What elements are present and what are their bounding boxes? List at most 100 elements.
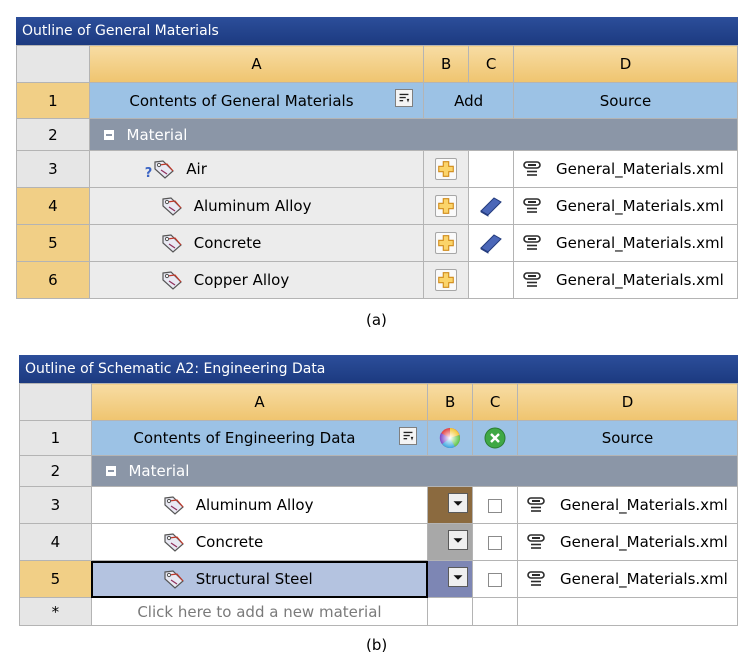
- source-cell: General_Materials.xml: [513, 261, 738, 299]
- row-number[interactable]: 4: [19, 523, 92, 561]
- source-file: General_Materials.xml: [556, 271, 724, 289]
- empty-cell: [472, 597, 519, 626]
- link-icon: [526, 533, 546, 551]
- source-cell: General_Materials.xml: [517, 560, 738, 598]
- source-file: General_Materials.xml: [556, 160, 724, 178]
- column-header-d[interactable]: D: [513, 45, 738, 83]
- add-header-cell: Add: [423, 82, 515, 119]
- source-cell: General_Materials.xml: [517, 523, 738, 561]
- dropdown-arrow-icon[interactable]: [448, 530, 469, 550]
- color-wheel-icon[interactable]: [438, 426, 462, 450]
- add-cell[interactable]: [423, 150, 470, 188]
- dropdown-arrow-icon[interactable]: [448, 493, 469, 513]
- material-name: Structural Steel: [195, 570, 313, 588]
- link-icon: [526, 496, 546, 514]
- add-cell[interactable]: [423, 187, 470, 225]
- column-header-c[interactable]: C: [472, 383, 519, 421]
- grid-corner[interactable]: [19, 383, 92, 421]
- material-name-cell[interactable]: Aluminum Alloy: [88, 187, 425, 225]
- add-plus-icon[interactable]: [435, 158, 458, 180]
- row-number[interactable]: 2: [19, 455, 92, 487]
- collapse-icon[interactable]: [103, 129, 114, 140]
- suppress-cell[interactable]: [472, 486, 519, 524]
- suppress-header-cell[interactable]: [472, 420, 519, 456]
- dropdown-arrow-icon[interactable]: [448, 567, 469, 587]
- add-plus-icon[interactable]: [435, 195, 458, 217]
- row-number[interactable]: 3: [16, 150, 90, 188]
- suppress-cell[interactable]: [472, 560, 519, 598]
- add-plus-icon[interactable]: [435, 232, 458, 254]
- material-group-row[interactable]: Material: [88, 118, 739, 151]
- color-cell[interactable]: [427, 523, 474, 561]
- material-name-cell-selected[interactable]: Structural Steel: [90, 560, 429, 598]
- outline-general-materials-panel: Outline of General Materials A B C D 1 C…: [16, 17, 739, 299]
- question-mark-icon: ?: [144, 165, 153, 181]
- row-number[interactable]: 5: [19, 560, 92, 598]
- row-number[interactable]: 4: [16, 187, 90, 225]
- engineering-data-grid: A B C D 1 Contents of Engineering Data S…: [19, 383, 739, 626]
- source-cell: General_Materials.xml: [513, 187, 738, 225]
- collapse-icon[interactable]: [105, 466, 116, 476]
- material-name-cell[interactable]: Aluminum Alloy: [90, 486, 429, 524]
- material-name-cell[interactable]: ? Air: [88, 150, 425, 188]
- suppress-x-icon[interactable]: [484, 427, 506, 449]
- link-icon: [522, 234, 542, 252]
- caption-b: (b): [366, 636, 388, 654]
- library-book-icon: [478, 232, 504, 254]
- source-cell: General_Materials.xml: [517, 486, 738, 524]
- material-tag-icon: [162, 569, 186, 589]
- group-label: Material: [126, 125, 188, 144]
- color-cell[interactable]: [427, 486, 474, 524]
- library-cell: [468, 187, 515, 225]
- grid-corner[interactable]: [16, 45, 90, 83]
- row-number[interactable]: 5: [16, 224, 90, 262]
- checkbox-icon[interactable]: [488, 535, 503, 550]
- caption-a: (a): [366, 311, 387, 329]
- material-tag-icon: [160, 196, 184, 216]
- library-cell: [468, 224, 515, 262]
- add-cell[interactable]: [423, 261, 470, 299]
- color-cell[interactable]: [427, 560, 474, 598]
- row-number[interactable]: 6: [16, 261, 90, 299]
- source-file: General_Materials.xml: [560, 496, 728, 514]
- add-plus-icon[interactable]: [435, 269, 458, 291]
- contents-header-cell: Contents of General Materials: [88, 82, 425, 119]
- material-name: Copper Alloy: [193, 271, 290, 289]
- source-file: General_Materials.xml: [560, 533, 728, 551]
- column-header-d[interactable]: D: [517, 383, 738, 421]
- checkbox-icon[interactable]: [488, 498, 503, 513]
- column-header-b[interactable]: B: [427, 383, 474, 421]
- material-name-cell[interactable]: Concrete: [90, 523, 429, 561]
- source-file: General_Materials.xml: [556, 234, 724, 252]
- column-header-a[interactable]: A: [88, 45, 425, 83]
- source-cell: General_Materials.xml: [513, 150, 738, 188]
- new-row-marker[interactable]: *: [19, 597, 92, 626]
- row-number[interactable]: 1: [16, 82, 90, 119]
- sort-icon[interactable]: [399, 427, 418, 445]
- color-header-cell[interactable]: [427, 420, 474, 456]
- material-tag-icon: [160, 233, 184, 253]
- contents-label: Contents of Engineering Data: [133, 429, 356, 447]
- material-group-row[interactable]: Material: [90, 455, 739, 487]
- checkbox-icon[interactable]: [488, 572, 503, 587]
- add-new-material-row[interactable]: Click here to add a new material: [90, 597, 429, 626]
- material-name-cell[interactable]: Concrete: [88, 224, 425, 262]
- row-number[interactable]: 3: [19, 486, 92, 524]
- empty-cell: [517, 597, 738, 626]
- material-name: Aluminum Alloy: [193, 197, 312, 215]
- link-icon: [522, 197, 542, 215]
- suppress-cell[interactable]: [472, 523, 519, 561]
- sort-icon[interactable]: [395, 89, 414, 107]
- row-number[interactable]: 1: [19, 420, 92, 456]
- material-name: Air: [186, 160, 207, 178]
- column-header-a[interactable]: A: [90, 383, 429, 421]
- column-header-b[interactable]: B: [423, 45, 470, 83]
- row-number[interactable]: 2: [16, 118, 90, 151]
- link-icon: [522, 160, 542, 178]
- column-header-c[interactable]: C: [468, 45, 515, 83]
- panel-title: Outline of Schematic A2: Engineering Dat…: [19, 355, 738, 383]
- source-header-cell: Source: [513, 82, 738, 119]
- library-cell: [468, 261, 515, 299]
- add-cell[interactable]: [423, 224, 470, 262]
- material-name-cell[interactable]: Copper Alloy: [88, 261, 425, 299]
